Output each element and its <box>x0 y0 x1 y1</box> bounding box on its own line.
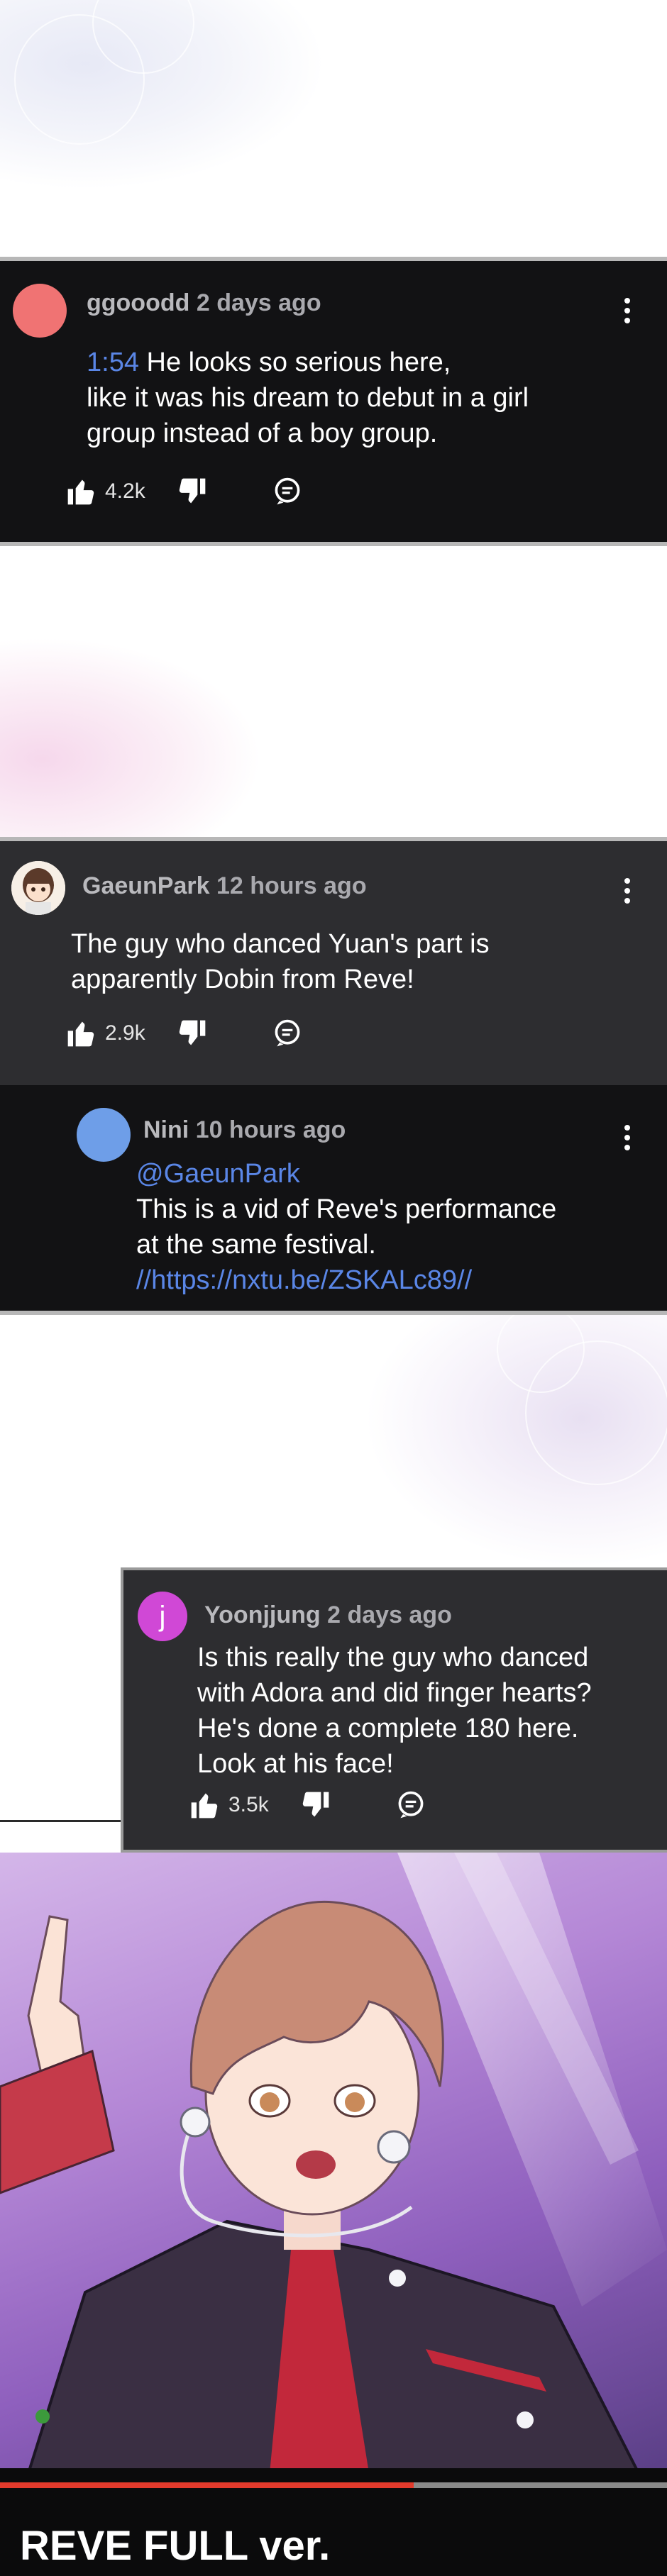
comment-line: He's done a complete 180 here. <box>197 1714 579 1743</box>
more-options-icon[interactable] <box>624 298 632 323</box>
comment-line: Look at his face! <box>197 1749 394 1779</box>
comment-time: 2 days ago <box>327 1601 452 1628</box>
background-art-top <box>0 0 667 255</box>
comment-card-nini: Nini 10 hours ago @GaeunPark This is a v… <box>0 1085 667 1312</box>
comment-text: 1:54 He looks so serious here, like it w… <box>87 345 640 451</box>
comment-actions: 3.5k <box>189 1787 426 1823</box>
comment-actions: 4.2k <box>65 474 303 509</box>
comic-panel-illustration <box>0 1853 667 2473</box>
comment-card-gaeunpark: GaeunPark 12 hours ago The guy who dance… <box>0 841 667 1085</box>
username[interactable]: ggooodd <box>87 289 189 316</box>
bubble-decoration <box>497 1305 585 1393</box>
comment-line: with Adora and did finger hearts? <box>197 1678 592 1708</box>
comment-actions: 2.9k <box>65 1016 303 1051</box>
comment-time: 10 hours ago <box>195 1116 346 1143</box>
background-art-middle <box>0 546 667 844</box>
video-url-link[interactable]: //https://nxtu.be/ZSKALc89// <box>136 1265 472 1295</box>
reply-icon[interactable] <box>272 476 303 507</box>
comment-time: 12 hours ago <box>216 872 367 899</box>
avatar[interactable] <box>13 284 67 338</box>
comment-meta: GaeunPark 12 hours ago <box>82 872 367 900</box>
comment-line: Is this really the guy who danced <box>197 1643 589 1672</box>
thumbs-down-icon[interactable] <box>177 1018 208 1049</box>
comment-line: like it was his dream to debut in a girl <box>87 383 529 413</box>
timestamp-link[interactable]: 1:54 <box>87 348 139 377</box>
comment-card-yoonjjung: j Yoonjjung 2 days ago Is this really th… <box>121 1567 667 1853</box>
comment-time: 2 days ago <box>196 289 321 316</box>
thumbs-up-icon[interactable] <box>65 476 97 507</box>
comment-text: Is this really the guy who danced with A… <box>197 1640 651 1782</box>
video-progress-bar[interactable] <box>0 2482 667 2488</box>
like-count: 3.5k <box>228 1793 269 1816</box>
reply-icon[interactable] <box>272 1018 303 1049</box>
video-progress-fill <box>0 2482 414 2488</box>
reply-icon[interactable] <box>395 1789 426 1821</box>
avatar-illustration <box>11 861 65 915</box>
comment-line: The guy who danced Yuan's part is <box>71 929 490 959</box>
username[interactable]: GaeunPark <box>82 872 210 899</box>
thumbs-down-icon[interactable] <box>177 476 208 507</box>
comment-line: at the same festival. <box>136 1230 376 1260</box>
username[interactable]: Yoonjjung <box>204 1601 321 1628</box>
comment-line: group instead of a boy group. <box>87 418 438 448</box>
thumbs-down-icon[interactable] <box>300 1789 331 1821</box>
comment-text: @GaeunPark This is a vid of Reve's perfo… <box>136 1156 647 1298</box>
panel-line <box>0 1820 122 1822</box>
username[interactable]: Nini <box>143 1116 189 1143</box>
more-options-icon[interactable] <box>624 878 632 904</box>
avatar[interactable] <box>77 1108 131 1162</box>
comment-meta: ggooodd 2 days ago <box>87 289 321 317</box>
thumbs-up-icon[interactable] <box>65 1018 97 1049</box>
comment-line: apparently Dobin from Reve! <box>71 965 414 994</box>
like-count: 4.2k <box>105 479 145 503</box>
character-illustration <box>0 1853 667 2473</box>
card-border <box>0 542 667 546</box>
video-title: REVE FULL ver. <box>20 2523 331 2569</box>
avatar[interactable] <box>11 861 65 915</box>
comment-card-ggooodd: ggooodd 2 days ago 1:54 He looks so seri… <box>0 261 667 542</box>
mention-link[interactable]: @GaeunPark <box>136 1159 300 1189</box>
comment-line: He looks so serious here, <box>146 348 451 377</box>
comment-line: This is a vid of Reve's performance <box>136 1194 557 1224</box>
thumbs-up-icon[interactable] <box>189 1789 220 1821</box>
avatar-letter: j <box>159 1600 166 1632</box>
comment-meta: Nini 10 hours ago <box>143 1116 346 1144</box>
comment-text: The guy who danced Yuan's part is appare… <box>71 926 639 997</box>
avatar[interactable]: j <box>138 1592 187 1641</box>
card-border <box>0 1311 667 1315</box>
more-options-icon[interactable] <box>624 1125 632 1150</box>
like-count: 2.9k <box>105 1021 145 1045</box>
comment-meta: Yoonjjung 2 days ago <box>204 1601 452 1629</box>
